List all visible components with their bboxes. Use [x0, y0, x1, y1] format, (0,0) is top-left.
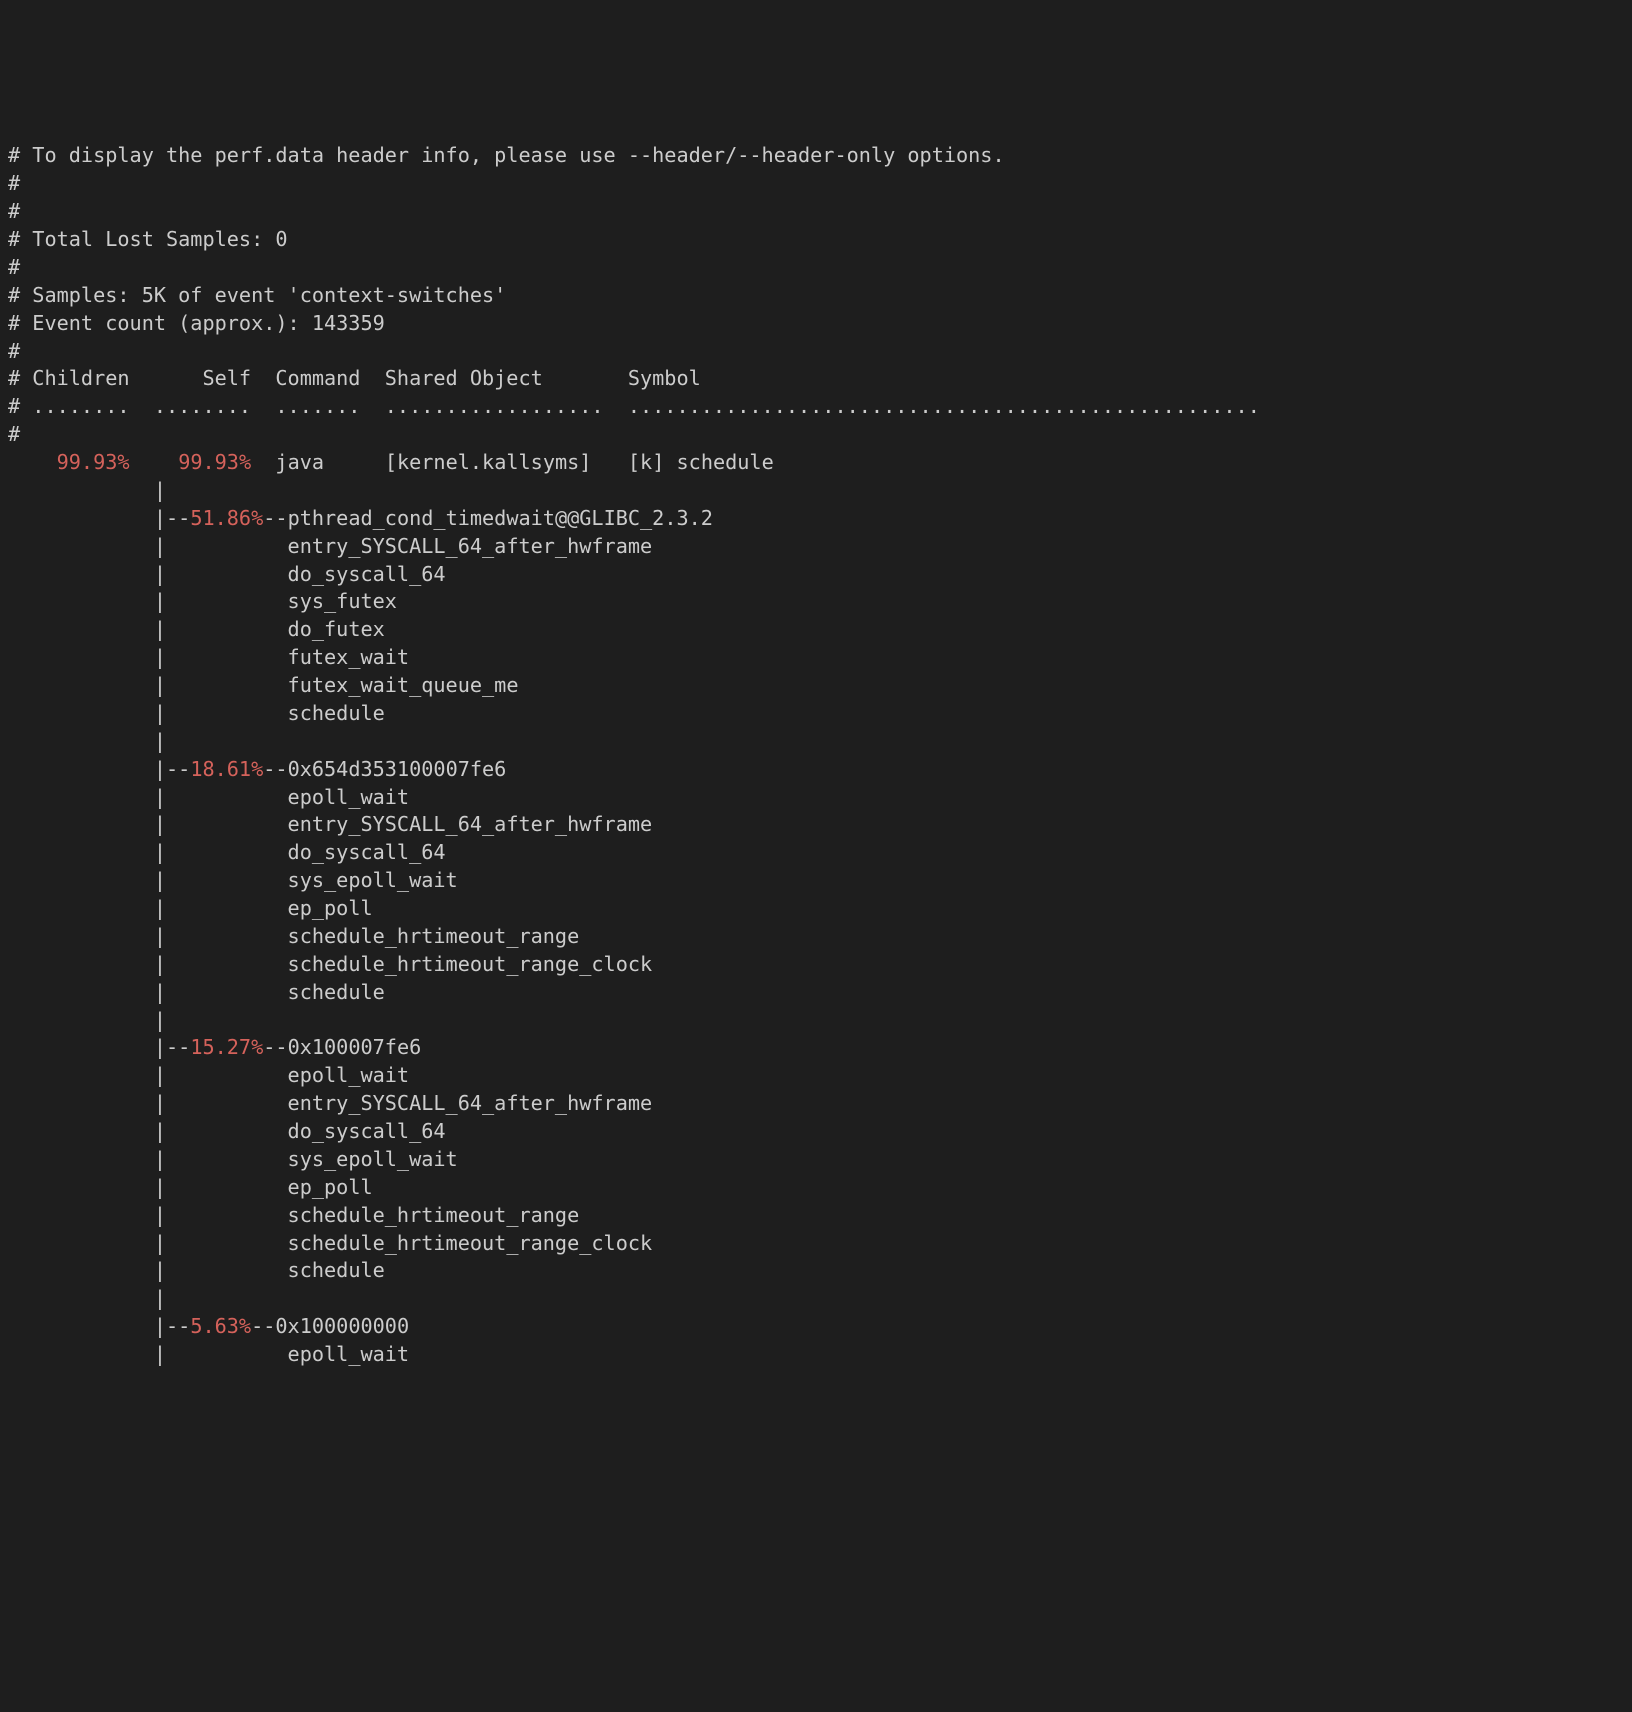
root-children-pct: 99.93% [57, 450, 130, 474]
branch-pct-0: 51.86% [190, 506, 263, 530]
tree-branch-suffix: -- [251, 1314, 275, 1338]
branch-1-stack-6: schedule_hrtimeout_range_clock [288, 952, 653, 976]
branch-2-stack-1: entry_SYSCALL_64_after_hwframe [288, 1091, 653, 1115]
branch-1-stack-5: schedule_hrtimeout_range [288, 924, 580, 948]
tree-stack-indent: | [8, 673, 288, 697]
tree-stack-indent: | [8, 562, 288, 586]
tree-stack-indent: | [8, 1063, 288, 1087]
tree-stack-indent: | [8, 1147, 288, 1171]
branch-2-stack-0: epoll_wait [288, 1063, 410, 1087]
tree-branch-prefix: |-- [8, 506, 190, 530]
perf-header-line-5: # Samples: 5K of event 'context-switches… [8, 283, 506, 307]
perf-header-line-10: # [8, 422, 20, 446]
branch-0-stack-1: do_syscall_64 [288, 562, 446, 586]
branch-1-stack-3: sys_epoll_wait [288, 868, 458, 892]
tree-stack-indent: | [8, 645, 288, 669]
tree-stack-indent: | [8, 1258, 288, 1282]
branch-0-stack-3: do_futex [288, 617, 385, 641]
branch-1-stack-7: schedule [288, 980, 385, 1004]
perf-header-line-3: # Total Lost Samples: 0 [8, 227, 288, 251]
tree-stack-indent: | [8, 589, 288, 613]
tree-pipe: | [8, 729, 166, 753]
tree-stack-indent: | [8, 1342, 288, 1366]
perf-header-line-2: # [8, 199, 20, 223]
branch-head-2: 0x100007fe6 [288, 1035, 422, 1059]
branch-0-stack-4: futex_wait [288, 645, 410, 669]
perf-columns-divider: # ........ ........ ....... ............… [8, 394, 1260, 418]
tree-branch-prefix: |-- [8, 1314, 190, 1338]
tree-stack-indent: | [8, 1231, 288, 1255]
branch-0-stack-0: entry_SYSCALL_64_after_hwframe [288, 534, 653, 558]
branch-1-stack-2: do_syscall_64 [288, 840, 446, 864]
tree-stack-indent: | [8, 812, 288, 836]
tree-stack-indent: | [8, 617, 288, 641]
tree-stack-indent: | [8, 1119, 288, 1143]
tree-branch-suffix: -- [263, 1035, 287, 1059]
branch-2-stack-4: ep_poll [288, 1175, 373, 1199]
tree-stack-indent: | [8, 701, 288, 725]
tree-pipe: | [8, 1286, 166, 1310]
tree-pipe: | [8, 478, 166, 502]
tree-stack-indent: | [8, 924, 288, 948]
branch-0-stack-5: futex_wait_queue_me [288, 673, 519, 697]
tree-branch-prefix: |-- [8, 1035, 190, 1059]
branch-2-stack-7: schedule [288, 1258, 385, 1282]
branch-2-stack-6: schedule_hrtimeout_range_clock [288, 1231, 653, 1255]
branch-pct-2: 15.27% [190, 1035, 263, 1059]
tree-stack-indent: | [8, 785, 288, 809]
branch-1-stack-1: entry_SYSCALL_64_after_hwframe [288, 812, 653, 836]
tree-branch-suffix: -- [263, 757, 287, 781]
root-self-pct: 99.93% [178, 450, 251, 474]
tree-stack-indent: | [8, 840, 288, 864]
branch-2-stack-2: do_syscall_64 [288, 1119, 446, 1143]
perf-header-line-0: # To display the perf.data header info, … [8, 143, 1005, 167]
tree-stack-indent: | [8, 1175, 288, 1199]
tree-stack-indent: | [8, 1091, 288, 1115]
branch-2-stack-3: sys_epoll_wait [288, 1147, 458, 1171]
tree-stack-indent: | [8, 534, 288, 558]
branch-head-1: 0x654d353100007fe6 [288, 757, 507, 781]
branch-0-stack-6: schedule [288, 701, 385, 725]
perf-header-line-6: # Event count (approx.): 143359 [8, 311, 385, 335]
tree-stack-indent: | [8, 952, 288, 976]
tree-branch-prefix: |-- [8, 757, 190, 781]
tree-stack-indent: | [8, 896, 288, 920]
branch-pct-1: 18.61% [190, 757, 263, 781]
root-symbol-line: java [kernel.kallsyms] [k] schedule [251, 450, 774, 474]
perf-header-line-4: # [8, 255, 20, 279]
perf-header-line-7: # [8, 339, 20, 363]
branch-3-stack-0: epoll_wait [288, 1342, 410, 1366]
branch-2-stack-5: schedule_hrtimeout_range [288, 1203, 580, 1227]
branch-head-0: pthread_cond_timedwait@@GLIBC_2.3.2 [288, 506, 713, 530]
branch-head-3: 0x100000000 [275, 1314, 409, 1338]
branch-1-stack-0: epoll_wait [288, 785, 410, 809]
tree-stack-indent: | [8, 1203, 288, 1227]
perf-report-terminal-output: # To display the perf.data header info, … [0, 139, 1632, 1369]
perf-columns-header: # Children Self Command Shared Object Sy… [8, 366, 701, 390]
branch-0-stack-2: sys_futex [288, 589, 397, 613]
branch-1-stack-4: ep_poll [288, 896, 373, 920]
tree-branch-suffix: -- [263, 506, 287, 530]
tree-stack-indent: | [8, 868, 288, 892]
tree-stack-indent: | [8, 980, 288, 1004]
perf-header-line-1: # [8, 171, 20, 195]
branch-pct-3: 5.63% [190, 1314, 251, 1338]
tree-pipe: | [8, 1008, 166, 1032]
